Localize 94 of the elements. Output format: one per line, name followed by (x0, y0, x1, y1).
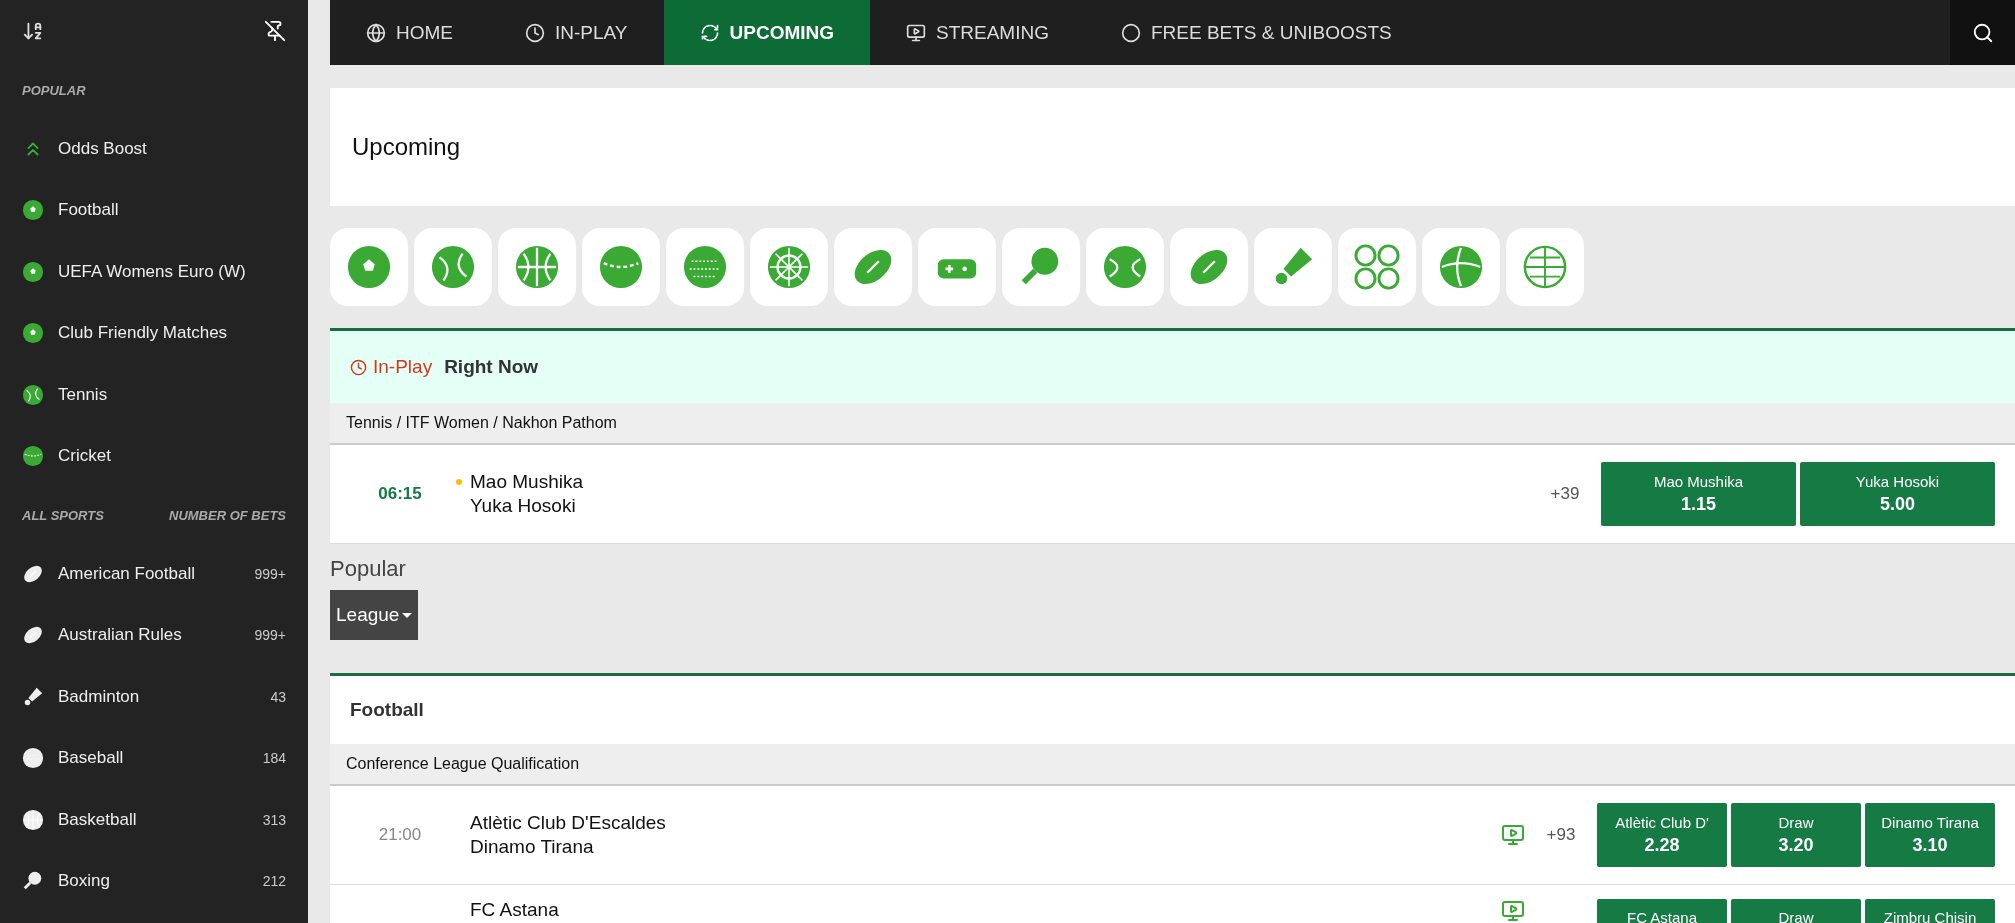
sport-filter-button[interactable] (1170, 228, 1248, 306)
pin-off-icon[interactable] (264, 20, 286, 42)
sidebar-item[interactable]: Cricket (22, 425, 286, 487)
column-label: NUMBER OF BETS (169, 507, 286, 523)
event-time: 06:15 (377, 484, 423, 504)
sidebar-item[interactable]: Football (22, 179, 286, 241)
nav-tab[interactable]: HOME (330, 0, 489, 65)
sport-filter-button[interactable] (666, 228, 744, 306)
tv-play-icon[interactable] (1501, 899, 1525, 923)
sidebar-item[interactable]: American Football 999+ (22, 543, 286, 605)
breadcrumb: Tennis / ITF Women / Nakhon Pathom (330, 403, 2015, 445)
odds-button[interactable]: Draw (1731, 899, 1861, 923)
caret-icon (402, 612, 413, 618)
sport-filter-button[interactable] (750, 228, 828, 306)
team-name: FC Astana (470, 899, 560, 921)
event-row[interactable]: FC Astana FC Astana Draw Zimbru Chisin (330, 885, 2015, 923)
sport-filter-button[interactable] (330, 228, 408, 306)
football-icon (22, 199, 44, 222)
team-name: Yuka Hosoki (470, 495, 577, 517)
sidebar-item[interactable]: Boxing 212 (22, 850, 286, 912)
sidebar-item[interactable]: Club Friendly Matches (22, 302, 286, 364)
team-name: Mao Mushika (470, 471, 584, 493)
sport-filter-button[interactable] (414, 228, 492, 306)
football-icon (22, 260, 44, 283)
sidebar-item[interactable]: Baseball 184 (22, 727, 286, 789)
football-icon (22, 322, 44, 345)
sports-balls-icon (1354, 244, 1400, 290)
sport-filter-button[interactable] (1338, 228, 1416, 306)
cricket-ball-icon (22, 445, 44, 468)
refresh-icon (699, 22, 720, 43)
search-icon (1971, 21, 1994, 44)
markets-count[interactable]: +39 (1529, 484, 1601, 504)
sport-filter-button[interactable] (1086, 228, 1164, 306)
dartboard-icon (766, 244, 812, 290)
clock-icon (525, 22, 545, 43)
league-dropdown[interactable]: League (330, 590, 419, 640)
odds-button[interactable]: Dinamo Tirana 3.10 (1865, 803, 1995, 867)
football-icon (346, 244, 392, 290)
sport-filter-button[interactable] (834, 228, 912, 306)
sport-filter-button[interactable] (1422, 228, 1500, 306)
odds-button[interactable]: Mao Mushika 1.15 (1601, 462, 1796, 526)
sport-filter-button[interactable] (1002, 228, 1080, 306)
page-title: Upcoming (330, 88, 2015, 206)
basketball-icon (514, 244, 560, 290)
sport-filter-button[interactable] (1506, 228, 1584, 306)
section-label: POPULAR (22, 82, 86, 98)
sport-filter-button[interactable] (498, 228, 576, 306)
tennis-ball-icon (430, 244, 476, 290)
sort-az-icon[interactable] (22, 20, 44, 42)
nav-tab[interactable]: STREAMING (870, 0, 1085, 65)
search-button[interactable] (1950, 0, 2015, 65)
circle-icon (1120, 22, 1141, 43)
odds-button[interactable]: Draw 3.20 (1731, 803, 1861, 867)
sport-filter-button[interactable] (1254, 228, 1332, 306)
odds-button[interactable]: FC Astana (1597, 899, 1727, 923)
nav-tab[interactable]: UPCOMING (663, 0, 870, 65)
tennis-ball-icon (22, 383, 44, 406)
sidebar-item[interactable]: UEFA Womens Euro (W) (22, 241, 286, 303)
nav-tab[interactable]: IN-PLAY (489, 0, 664, 65)
sport-filter-button[interactable] (582, 228, 660, 306)
tv-play-icon[interactable] (1501, 823, 1525, 847)
event-row[interactable]: 06:15 Mao Mushika Yuka Hosoki +39 Mao Mushika 1.15 Yuka Hosoki 5.00 (330, 445, 2015, 544)
nav-tab[interactable]: FREE BETS & UNIBOOSTS (1084, 0, 1428, 65)
section-title: Right Now (444, 356, 539, 378)
section-title: Football (330, 673, 2015, 744)
team-name: Atlètic Club D'Escaldes (470, 812, 667, 834)
sidebar-item[interactable]: Basketball 313 (22, 789, 286, 851)
sidebar-item[interactable]: Badminton 43 (22, 666, 286, 728)
golf-ball-icon (22, 747, 44, 770)
odds-button[interactable]: Yuka Hosoki 5.00 (1800, 462, 1995, 526)
odds-button[interactable]: Atlètic Club D' 2.28 (1597, 803, 1727, 867)
shuttlecock-icon (22, 685, 44, 708)
markets-count[interactable]: +93 (1525, 825, 1597, 845)
globe-icon (366, 22, 386, 43)
cricket-ball-icon (598, 244, 644, 290)
ball-icon (1522, 244, 1568, 290)
event-row[interactable]: 21:00 Atlètic Club D'Escaldes Dinamo Tirana +93 Atlètic Club D' 2.28 Draw 3.20 Dinamo Tirana 3.10 (330, 786, 2015, 885)
sidebar-item[interactable]: Australian Rules 999+ (22, 604, 286, 666)
section-label: ALL SPORTS (22, 507, 104, 523)
basketball-icon (22, 808, 44, 831)
volleyball-icon (1438, 244, 1484, 290)
tennis-ball-icon (1102, 244, 1148, 290)
odds-button[interactable]: Zimbru Chisin (1865, 899, 1995, 923)
event-time: 21:00 (377, 825, 423, 845)
league-header: Conference League Qualification (330, 744, 2015, 786)
team-name: Dinamo Tirana (470, 836, 595, 858)
clock-icon (350, 358, 367, 376)
section-title: Popular (330, 556, 407, 582)
sidebar-item[interactable]: Tennis (22, 364, 286, 426)
monitor-play-icon (906, 22, 926, 43)
sidebar-item[interactable]: Odds Boost (22, 118, 286, 180)
in-play-label: In-Play (373, 356, 433, 378)
golf-ball-icon (682, 244, 728, 290)
sport-filter-button[interactable] (918, 228, 996, 306)
